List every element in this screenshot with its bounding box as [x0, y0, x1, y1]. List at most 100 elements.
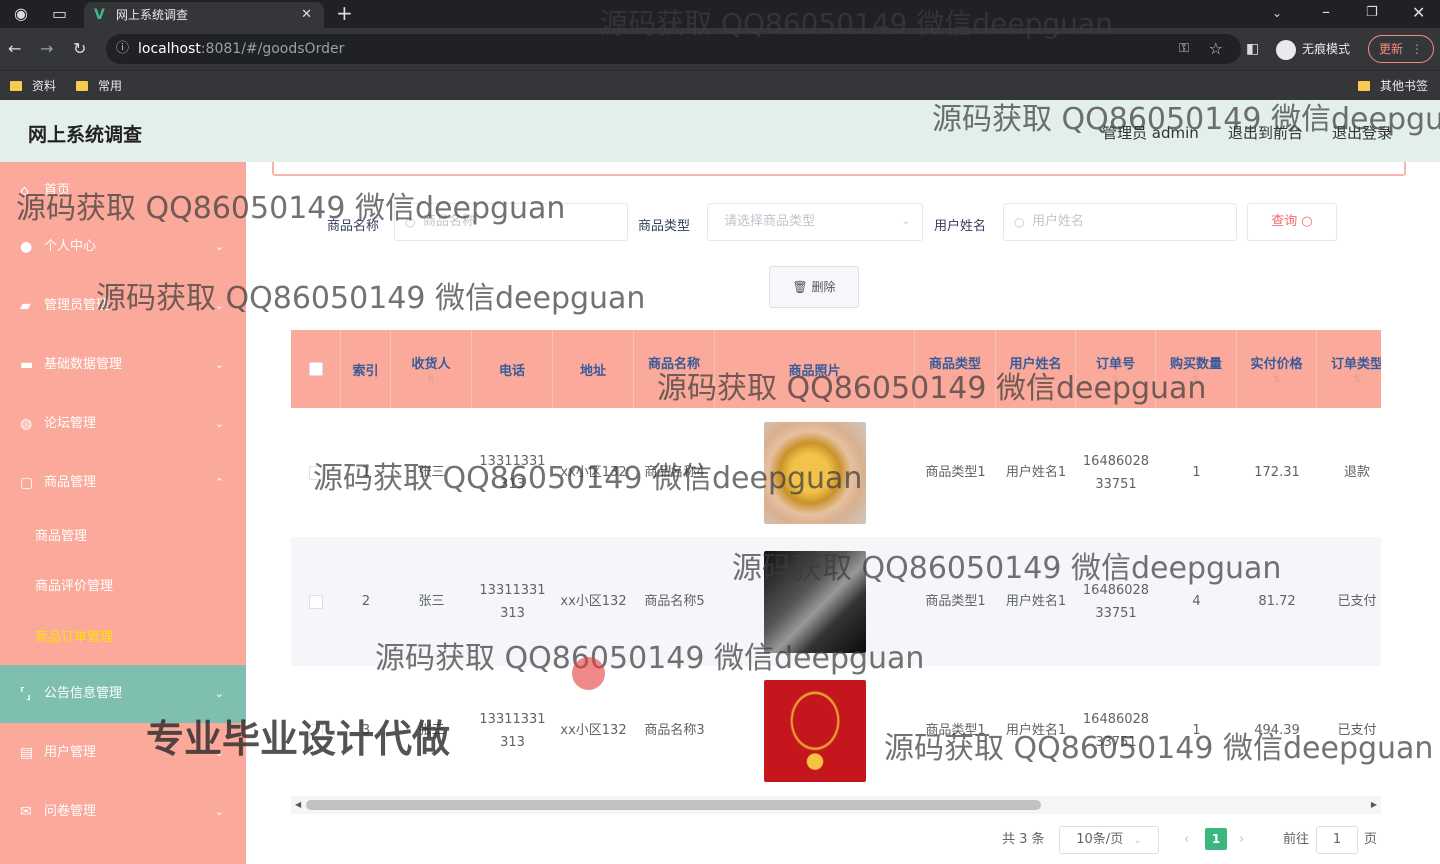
- cell-goods-name: 商品名称3: [644, 723, 705, 738]
- cell-order-no: 1648602833751: [1082, 711, 1150, 750]
- cell-goods-name: 商品名称5: [644, 594, 705, 609]
- goods-photo[interactable]: [764, 679, 866, 782]
- key-icon[interactable]: ⚿: [1179, 34, 1189, 64]
- cell-goods-type: 商品类型1: [925, 723, 986, 738]
- other-bookmarks-label: 其他书签: [1380, 79, 1429, 93]
- col-header-label: 订单类型: [1330, 357, 1381, 372]
- sidebar-item-goods[interactable]: ▢ 商品管理 ⌃: [0, 454, 246, 512]
- col-header[interactable]: 地址: [553, 330, 634, 408]
- close-window-icon[interactable]: ✕: [1412, 3, 1425, 23]
- tab-list-icon[interactable]: ▭: [52, 4, 67, 24]
- col-header[interactable]: 商品类型 ⇅: [915, 330, 996, 408]
- browser-logo-icon[interactable]: ◉: [14, 4, 28, 24]
- goto-page-input[interactable]: 1: [1316, 826, 1358, 854]
- sort-icon[interactable]: ⇅: [1273, 375, 1281, 385]
- col-header[interactable]: 电话: [472, 330, 553, 408]
- sort-icon[interactable]: ⇅: [951, 375, 959, 385]
- goods-photo[interactable]: [764, 421, 866, 524]
- tab-close-icon[interactable]: ✕: [301, 2, 312, 28]
- tab-search-icon[interactable]: ⌄: [1272, 3, 1282, 23]
- sidebar-item-home[interactable]: ⌂ 首页: [0, 162, 246, 220]
- sidebar-sub-orders[interactable]: 商品订单管理: [0, 613, 246, 663]
- select-all-checkbox[interactable]: [308, 362, 323, 376]
- goods-type-select[interactable]: 请选择商品类型 ⌄: [707, 203, 923, 241]
- forward-icon[interactable]: →: [40, 39, 53, 59]
- col-header[interactable]: 订单类型 ⇅: [1317, 330, 1381, 408]
- sidebar-item-basic-data[interactable]: ▬ 基础数据管理 ⌄: [0, 336, 246, 394]
- col-header[interactable]: 用户姓名 ⇅: [996, 330, 1076, 408]
- sort-icon[interactable]: ⇅: [1192, 375, 1200, 385]
- sidebar-sub-reviews[interactable]: 商品评价管理: [0, 562, 246, 612]
- sort-icon[interactable]: ⇅: [1353, 375, 1361, 385]
- cell-price: 494.39: [1254, 723, 1300, 738]
- scroll-left-icon[interactable]: ◀: [295, 796, 301, 814]
- sidebar-item-label: 公告信息管理: [44, 686, 123, 701]
- sort-icon[interactable]: ⇅: [1032, 375, 1040, 385]
- col-header[interactable]: 商品照片: [715, 330, 915, 408]
- goods-name-input[interactable]: ○ 商品名称: [394, 203, 628, 241]
- chevron-down-icon: ⌄: [214, 417, 224, 430]
- back-icon[interactable]: ←: [8, 39, 21, 59]
- scrollbar-thumb[interactable]: [306, 800, 1041, 810]
- logout-link[interactable]: 退出登录: [1332, 122, 1392, 143]
- sidebar-item-admins[interactable]: ▰ 管理员管理 ⌄: [0, 277, 246, 335]
- search-icon: ○: [1301, 214, 1313, 229]
- bookmark-folder-changyong[interactable]: 常用: [76, 71, 122, 101]
- page-number-current[interactable]: 1: [1205, 828, 1227, 850]
- browser-tab[interactable]: V 网上系统调查 ✕: [84, 2, 324, 28]
- update-label: 更新: [1379, 42, 1404, 56]
- star-icon[interactable]: ☆: [1209, 34, 1223, 64]
- scroll-right-icon[interactable]: ▶: [1371, 796, 1377, 814]
- url-field[interactable]: ⓘ localhost:8081/#/goodsOrder ⚿ ☆: [106, 34, 1241, 64]
- header-select-all[interactable]: [291, 330, 341, 408]
- cell-user-name: 用户姓名1: [1005, 723, 1067, 738]
- folder-icon: [10, 81, 22, 91]
- goods-photo[interactable]: [764, 550, 866, 653]
- col-header[interactable]: 收货人 ⇅: [391, 330, 472, 408]
- page-size-select[interactable]: 10条/页 ⌄: [1059, 826, 1159, 854]
- other-bookmarks[interactable]: 其他书签: [1358, 71, 1428, 101]
- incognito-indicator[interactable]: 无痕模式: [1276, 36, 1350, 62]
- sidebar-item-profile[interactable]: ● 个人中心 ⌄: [0, 218, 246, 276]
- cell-order-type: 已支付: [1337, 723, 1377, 738]
- col-header[interactable]: 订单号 ⇅: [1076, 330, 1156, 408]
- delete-button[interactable]: 🗑 删除: [769, 266, 859, 308]
- info-icon[interactable]: ⓘ: [116, 34, 129, 64]
- new-tab-icon[interactable]: +: [336, 3, 353, 23]
- sort-icon[interactable]: ⇅: [670, 375, 678, 385]
- sort-icon[interactable]: ⇅: [427, 375, 435, 385]
- cell-address: xx小区132: [560, 594, 627, 609]
- sidepanel-icon[interactable]: ◧: [1246, 39, 1259, 59]
- col-header[interactable]: 实付价格 ⇅: [1237, 330, 1317, 408]
- back-to-front-link[interactable]: 退出到前台: [1228, 122, 1303, 143]
- sidebar-item-label: 个人中心: [44, 239, 97, 254]
- col-header[interactable]: 商品名称 ⇅: [634, 330, 715, 408]
- query-button[interactable]: 查询 ○: [1247, 203, 1337, 241]
- sidebar-item-forum[interactable]: ◍ 论坛管理 ⌄: [0, 395, 246, 453]
- sidebar-item-surveys[interactable]: ✉ 问卷管理 ⌄: [0, 783, 246, 841]
- col-header-label: 商品类型: [928, 357, 981, 372]
- url-path: :8081/#/goodsOrder: [200, 41, 345, 57]
- next-page-icon[interactable]: ›: [1239, 826, 1244, 854]
- table-row[interactable]: 1 张三 13311331313 xx小区132 商品名称4 商品类型1 用户姓…: [291, 408, 1381, 537]
- bookmark-folder-ziliao[interactable]: 资料: [10, 71, 56, 101]
- row-checkbox[interactable]: [309, 465, 323, 480]
- user-name-input[interactable]: ○ 用户姓名: [1003, 203, 1237, 241]
- prev-page-icon[interactable]: ‹: [1184, 826, 1189, 854]
- restore-icon[interactable]: ❐: [1366, 3, 1378, 23]
- tab-title: 网上系统调查: [116, 8, 189, 22]
- table-row[interactable]: 3 张三 13311331313 xx小区132 商品名称3 商品类型1 用户姓…: [291, 666, 1381, 790]
- col-header[interactable]: 购买数量 ⇅: [1156, 330, 1237, 408]
- table-horizontal-scrollbar[interactable]: ◀ ▶: [291, 796, 1381, 814]
- col-header[interactable]: 索引: [341, 330, 391, 408]
- col-header-label: 地址: [579, 363, 606, 379]
- sidebar-sub-goods[interactable]: 商品管理: [0, 512, 246, 562]
- minimize-icon[interactable]: –: [1322, 2, 1330, 22]
- reload-icon[interactable]: ↻: [73, 39, 86, 59]
- query-label: 查询: [1271, 214, 1298, 229]
- sort-icon[interactable]: ⇅: [1112, 375, 1120, 385]
- goods-name-label: 商品名称: [327, 219, 380, 234]
- update-button[interactable]: 更新 ⋮: [1368, 35, 1434, 63]
- table-row[interactable]: 2 张三 13311331313 xx小区132 商品名称5 商品类型1 用户姓…: [291, 537, 1381, 666]
- row-checkbox[interactable]: [309, 594, 323, 609]
